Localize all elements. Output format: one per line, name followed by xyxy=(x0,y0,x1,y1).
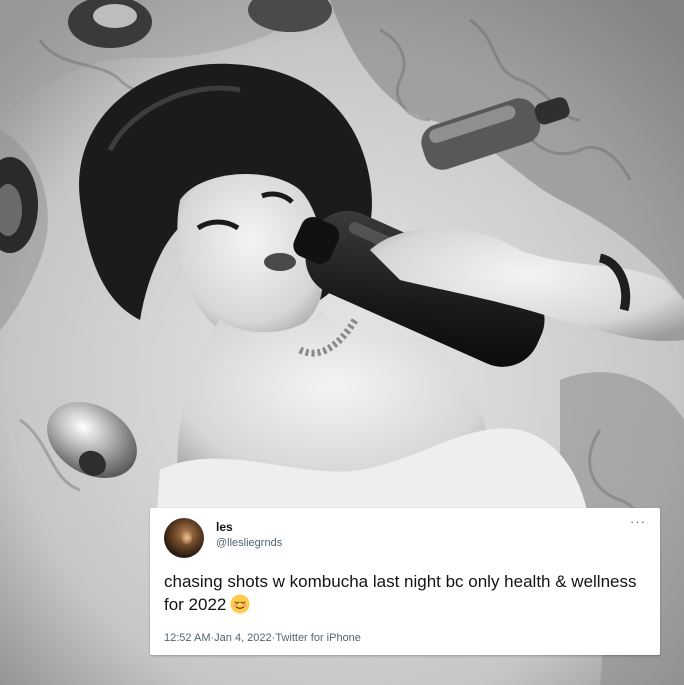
avatar-photo xyxy=(182,530,192,546)
tweet-source[interactable]: Twitter for iPhone xyxy=(275,632,361,644)
lips xyxy=(264,253,296,271)
more-options-icon[interactable]: ··· xyxy=(630,514,646,529)
relieved-face-icon xyxy=(230,594,250,614)
avatar[interactable] xyxy=(164,518,204,558)
tweet-text: chasing shots w kombucha last night bc o… xyxy=(164,570,646,616)
meme-image: les @llesliegrnds ··· chasing shots w ko… xyxy=(0,0,684,685)
tweet-time[interactable]: 12:52 AM xyxy=(164,632,210,644)
tweet-date[interactable]: Jan 4, 2022 xyxy=(214,632,272,644)
tweet-card[interactable]: les @llesliegrnds ··· chasing shots w ko… xyxy=(150,508,660,655)
tweet-meta: 12:52 AM · Jan 4, 2022 · Twitter for iPh… xyxy=(164,632,361,644)
user-handle[interactable]: @llesliegrnds xyxy=(216,537,282,549)
display-name[interactable]: les xyxy=(216,520,233,534)
